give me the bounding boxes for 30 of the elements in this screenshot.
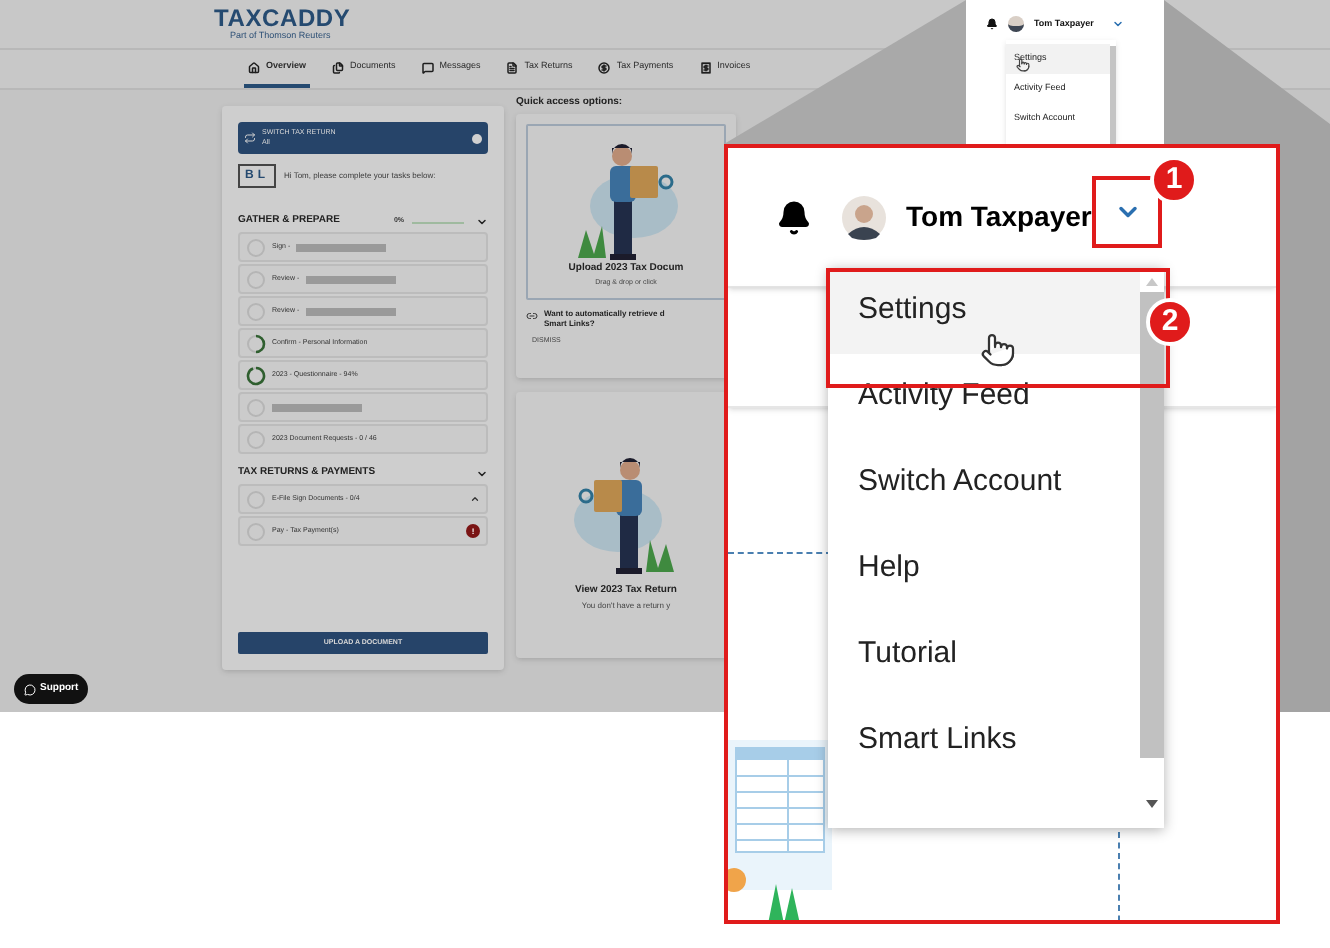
step-badge: 1: [1150, 156, 1198, 204]
avatar-icon: [842, 195, 886, 239]
hand-cursor-icon: [980, 332, 1016, 368]
chevron-icon[interactable]: [476, 468, 488, 480]
hand-cursor-icon: [1016, 58, 1030, 72]
step-badge: 2: [1146, 298, 1194, 346]
receipt-icon: [699, 61, 712, 73]
document-icon: [506, 61, 519, 73]
chevron-icon[interactable]: [1111, 18, 1124, 30]
redacted-bar: [305, 275, 396, 283]
redacted-bar: [296, 243, 387, 251]
dollar-icon: [598, 61, 611, 73]
chevron-icon[interactable]: [476, 216, 488, 228]
message-icon: [421, 61, 434, 73]
logo: TAXCADDY: [214, 6, 351, 30]
scrollbar[interactable]: [1110, 46, 1116, 144]
redacted-bar: [305, 307, 396, 315]
menu-item[interactable]: Settings: [828, 268, 1140, 354]
scrollbar[interactable]: [1140, 268, 1164, 828]
bell-icon[interactable]: [776, 199, 812, 235]
switch-icon: [244, 132, 256, 144]
chat-icon: [24, 683, 36, 695]
user-name: Tom Taxpayer: [906, 198, 1092, 236]
avatar-icon: [1008, 16, 1024, 32]
chevron-icon[interactable]: [470, 494, 480, 504]
files-icon: [332, 61, 345, 73]
link-icon: [526, 310, 538, 322]
bell-icon[interactable]: [986, 18, 998, 30]
home-icon: [248, 61, 260, 73]
redacted-bar: [272, 403, 362, 411]
